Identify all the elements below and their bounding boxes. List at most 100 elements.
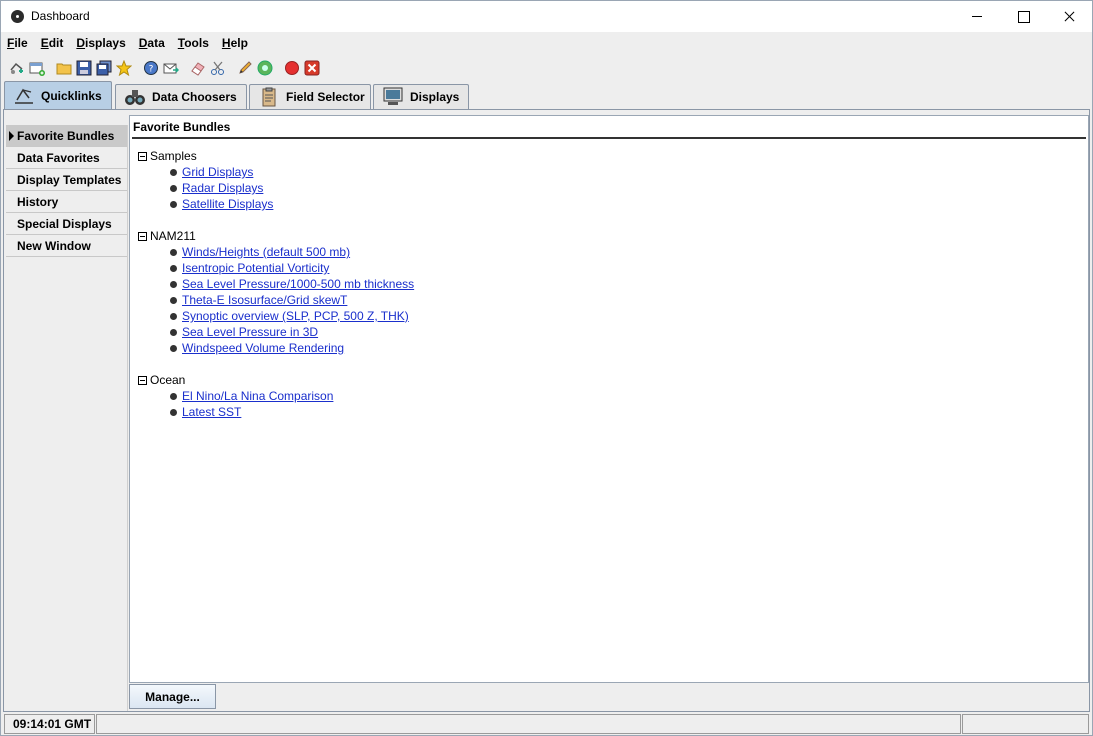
toolbar: ? (1, 55, 1092, 81)
bundle-link[interactable]: Isentropic Potential Vorticity (182, 261, 329, 275)
tab-data-choosers[interactable]: Data Choosers (115, 84, 247, 109)
bullet-icon (170, 392, 177, 400)
menu-data[interactable]: Data (139, 36, 165, 50)
bullet-icon (170, 312, 177, 320)
sidebar-item-display-templates[interactable]: Display Templates (6, 169, 127, 191)
favorite-star-icon[interactable] (116, 60, 132, 76)
bullet-icon (170, 408, 177, 416)
tab-displays[interactable]: Displays (373, 84, 469, 109)
menu-displays[interactable]: Displays (76, 36, 125, 50)
list-item: Synoptic overview (SLP, PCP, 500 Z, THK) (138, 308, 414, 324)
sidebar-item-favorite-bundles[interactable]: Favorite Bundles (6, 125, 127, 147)
close-window-button[interactable] (1046, 1, 1092, 32)
bundle-link[interactable]: Latest SST (182, 405, 241, 419)
sidebar-item-data-favorites[interactable]: Data Favorites (6, 147, 127, 169)
sidebar-item-history[interactable]: History (6, 191, 127, 213)
list-item: Radar Displays (138, 180, 273, 196)
menu-help[interactable]: Help (222, 36, 248, 50)
refresh-globe-icon[interactable] (257, 60, 273, 76)
menu-file[interactable]: File (7, 36, 28, 50)
save-all-icon[interactable] (96, 60, 112, 76)
open-folder-icon[interactable] (56, 60, 72, 76)
collapse-toggle-icon[interactable] (138, 231, 147, 241)
pencil-icon[interactable] (237, 60, 253, 76)
bundle-link[interactable]: Winds/Heights (default 500 mb) (182, 245, 350, 259)
sidebar-item-special-displays[interactable]: Special Displays (6, 213, 127, 235)
app-logo-icon (11, 10, 24, 23)
send-mail-icon[interactable] (163, 60, 179, 76)
maximize-button[interactable] (1000, 1, 1046, 32)
cut-icon[interactable] (210, 60, 226, 76)
bundle-group-ocean: Ocean El Nino/La Nina Comparison Latest … (138, 372, 333, 420)
bundle-link[interactable]: El Nino/La Nina Comparison (182, 389, 333, 403)
tab-field-selector[interactable]: Field Selector (249, 84, 371, 109)
quicklinks-sidebar: Favorite Bundles Data Favorites Display … (6, 125, 128, 711)
bullet-icon (170, 200, 177, 208)
binoculars-icon (125, 90, 145, 105)
eraser-icon[interactable] (190, 60, 206, 76)
menu-edit[interactable]: Edit (41, 36, 64, 50)
bundle-link[interactable]: Satellite Displays (182, 197, 273, 211)
minimize-button[interactable] (954, 1, 1000, 32)
list-item: Theta-E Isosurface/Grid skewT (138, 292, 414, 308)
menu-bar: File Edit Displays Data Tools Help (1, 32, 1092, 54)
dashboard-window: Dashboard File Edit Displays Data Tools … (0, 0, 1093, 736)
favorite-bundles-panel: Favorite Bundles Samples Grid Displays R… (129, 115, 1089, 683)
new-window-icon[interactable] (29, 60, 45, 76)
save-icon[interactable] (76, 60, 92, 76)
record-stop-icon[interactable] (284, 60, 300, 76)
bullet-icon (170, 344, 177, 352)
tab-quicklinks[interactable]: Quicklinks (4, 81, 112, 110)
manage-button[interactable]: Manage... (129, 684, 216, 709)
bullet-icon (170, 296, 177, 304)
collapse-toggle-icon[interactable] (138, 375, 147, 385)
help-icon[interactable]: ? (143, 60, 159, 76)
remove-all-icon[interactable] (304, 60, 320, 76)
quicklinks-icon (15, 88, 33, 104)
tab-data-choosers-label: Data Choosers (152, 90, 237, 104)
title-bar[interactable]: Dashboard (1, 1, 1092, 32)
tab-quicklinks-label: Quicklinks (41, 89, 102, 103)
bundle-group-nam211: NAM211 Winds/Heights (default 500 mb) Is… (138, 228, 414, 356)
title-divider (132, 137, 1086, 139)
panel-title: Favorite Bundles (133, 120, 231, 134)
list-item: Satellite Displays (138, 196, 273, 212)
bundle-link[interactable]: Theta-E Isosurface/Grid skewT (182, 293, 347, 307)
bundle-link[interactable]: Radar Displays (182, 181, 263, 195)
collapse-toggle-icon[interactable] (138, 151, 147, 161)
list-item: Winds/Heights (default 500 mb) (138, 244, 414, 260)
bundle-link[interactable]: Windspeed Volume Rendering (182, 341, 344, 355)
menu-tools[interactable]: Tools (178, 36, 209, 50)
group-label: NAM211 (150, 229, 196, 243)
list-item: Grid Displays (138, 164, 273, 180)
main-tabs: Quicklinks Data Choosers Field Selector … (1, 81, 1092, 110)
bundle-link[interactable]: Sea Level Pressure in 3D (182, 325, 318, 339)
svg-text:?: ? (149, 65, 154, 75)
list-item: El Nino/La Nina Comparison (138, 388, 333, 404)
new-display-icon[interactable] (9, 60, 25, 76)
list-item: Latest SST (138, 404, 333, 420)
bullet-icon (170, 280, 177, 288)
status-time: 09:14:01 GMT (4, 714, 95, 734)
clipboard-icon (262, 87, 276, 107)
monitor-icon (383, 87, 403, 105)
bullet-icon (170, 168, 177, 176)
quicklinks-content: Favorite Bundles Data Favorites Display … (3, 109, 1090, 712)
status-extra (962, 714, 1089, 734)
status-message (96, 714, 961, 734)
bullet-icon (170, 248, 177, 256)
window-title: Dashboard (31, 9, 90, 23)
group-label: Samples (150, 149, 197, 163)
list-item: Sea Level Pressure/1000-500 mb thickness (138, 276, 414, 292)
list-item: Windspeed Volume Rendering (138, 340, 414, 356)
bundle-link[interactable]: Grid Displays (182, 165, 253, 179)
status-bar: 09:14:01 GMT (1, 713, 1092, 735)
tab-displays-label: Displays (410, 90, 460, 104)
sidebar-item-new-window[interactable]: New Window (6, 235, 127, 257)
list-item: Isentropic Potential Vorticity (138, 260, 414, 276)
bullet-icon (170, 264, 177, 272)
list-item: Sea Level Pressure in 3D (138, 324, 414, 340)
bullet-icon (170, 328, 177, 336)
bundle-link[interactable]: Sea Level Pressure/1000-500 mb thickness (182, 277, 414, 291)
bundle-link[interactable]: Synoptic overview (SLP, PCP, 500 Z, THK) (182, 309, 409, 323)
